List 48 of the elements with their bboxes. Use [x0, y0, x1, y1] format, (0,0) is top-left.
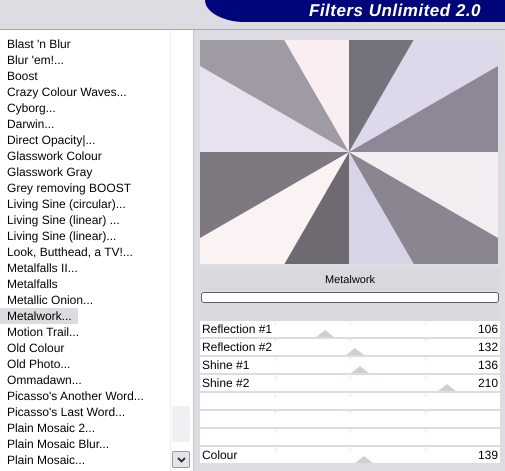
slider-value: 132: [478, 340, 498, 354]
filter-item[interactable]: Metalfalls: [0, 276, 64, 292]
filter-item[interactable]: Plain Mosaic...: [0, 452, 92, 468]
filter-item[interactable]: Blur 'em!...: [0, 52, 70, 68]
filter-item[interactable]: Metalwork...: [0, 308, 78, 324]
filter-item[interactable]: Plain Mosaic 2...: [0, 420, 102, 436]
slider-row[interactable]: Reflection #1 106: [200, 321, 500, 339]
filter-item[interactable]: Look, Butthead, a TV!...: [0, 244, 139, 260]
filter-item[interactable]: Darwin...: [0, 116, 60, 132]
slider-thumb[interactable]: [354, 456, 372, 463]
filter-item[interactable]: Cyborg...: [0, 100, 62, 116]
filter-item[interactable]: Ommadawn...: [0, 372, 88, 388]
filter-item[interactable]: Grey removing BOOST: [0, 180, 138, 196]
filter-item[interactable]: Picasso's Another Word...: [0, 388, 150, 404]
filter-item[interactable]: Picasso's Last Word...: [0, 404, 132, 420]
filter-name-bar: Metalwork: [200, 269, 500, 291]
slider-label: Reflection #2: [202, 340, 272, 354]
filter-item[interactable]: Crazy Colour Waves...: [0, 84, 133, 100]
scroll-down-button[interactable]: [172, 451, 190, 468]
filter-item[interactable]: Glasswork Gray: [0, 164, 98, 180]
slider-label: Colour: [202, 448, 238, 462]
filter-item[interactable]: Plain Mosaic Blur...: [0, 436, 116, 452]
slider-value: 136: [478, 358, 498, 372]
slider-label: Shine #2: [202, 376, 250, 390]
chevron-down-icon: [176, 456, 186, 462]
title-banner: Filters Unlimited 2.0: [205, 0, 505, 22]
filter-item[interactable]: Direct Opacity|...: [0, 132, 102, 148]
filter-item[interactable]: Metalfalls II...: [0, 260, 84, 276]
filter-item[interactable]: Metallic Onion...: [0, 292, 100, 308]
scrollbar[interactable]: [170, 30, 191, 471]
slider-label: Shine #1: [202, 358, 250, 372]
filter-item[interactable]: Living Sine (circular)...: [0, 196, 132, 212]
slider-label: Reflection #1: [202, 322, 272, 336]
filter-item[interactable]: Living Sine (linear) ...: [0, 212, 126, 228]
slider-row[interactable]: Colour 139: [200, 447, 500, 465]
filter-item[interactable]: Old Colour: [0, 340, 70, 356]
filter-item[interactable]: Living Sine (linear)...: [0, 228, 122, 244]
filter-item[interactable]: Blast 'n Blur: [0, 36, 77, 52]
slider-row[interactable]: Shine #1 136: [200, 357, 500, 375]
slider-row[interactable]: Shine #2 210: [200, 375, 500, 393]
filter-item[interactable]: Boost: [0, 68, 44, 84]
filter-item[interactable]: Motion Trail...: [0, 324, 86, 340]
slider-value: 106: [478, 322, 498, 336]
filter-item[interactable]: Old Photo...: [0, 356, 76, 372]
slider-value: 210: [478, 376, 498, 390]
slider-value: 139: [478, 448, 498, 462]
filter-item[interactable]: Glasswork Colour: [0, 148, 108, 164]
slider-row[interactable]: Reflection #2 132: [200, 339, 500, 357]
